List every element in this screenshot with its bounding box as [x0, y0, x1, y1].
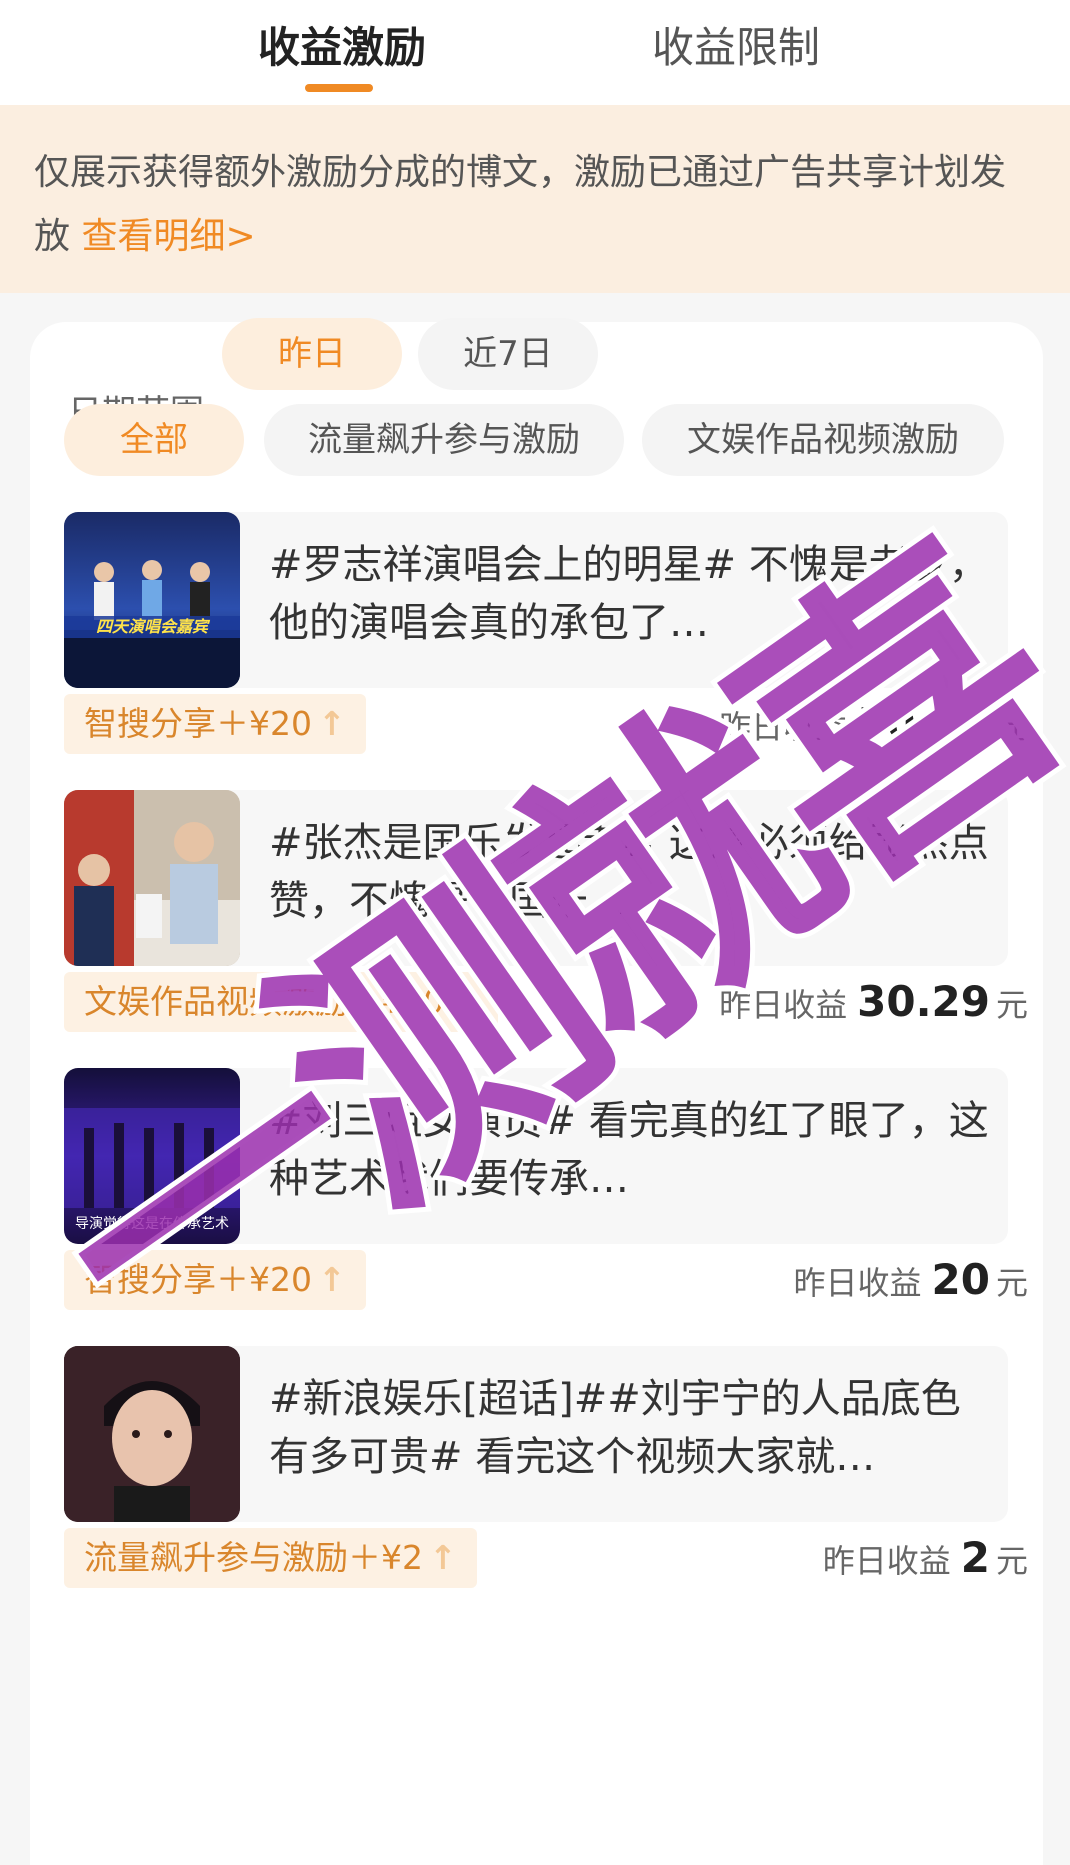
arrow-up-icon: ↑	[429, 1538, 457, 1577]
tab-bar: 收益激励 收益限制	[0, 0, 1070, 105]
post-thumbnail	[64, 1346, 240, 1522]
earnings-label: 昨日收益	[793, 1264, 922, 1302]
arrow-up-icon: ↑	[450, 982, 478, 1021]
earnings-label: 昨日收益	[822, 1542, 951, 1580]
post-card-3[interactable]: 导演觉得这是在传承艺术 #刘三姐女演员# 看完真的红了眼了，这种艺术我们要传承…	[64, 1068, 1008, 1244]
earnings-unit: 元	[995, 708, 1028, 746]
post-text: #罗志祥演唱会上的明星# 不愧是老罗，他的演唱会真的承包了…	[269, 542, 989, 646]
range-yesterday-pill[interactable]: 昨日	[222, 318, 402, 390]
reward-tag-label: 流量飙升参与激励＋¥2	[84, 1538, 423, 1577]
arrow-up-icon: ↑	[318, 704, 346, 743]
range-7days-pill[interactable]: 近7日	[418, 318, 598, 390]
earnings-value: 20	[931, 1255, 990, 1304]
reward-tag: 文娱作品视频激励＋¥30 ↑	[64, 972, 498, 1032]
view-details-link[interactable]: 查看明细>	[81, 216, 255, 257]
thumbnail-caption: 导演觉得这是在传承艺术	[75, 1216, 229, 1232]
post-text: #刘三姐女演员# 看完真的红了眼了，这种艺术我们要传承…	[269, 1098, 989, 1202]
portrait-image	[64, 1346, 240, 1522]
earnings-unit: 元	[995, 986, 1028, 1024]
post-thumbnail	[64, 790, 240, 966]
post-card-1[interactable]: 四天演唱会嘉宾 #罗志祥演唱会上的明星# 不愧是老罗，他的演唱会真的承包了…	[64, 512, 1008, 688]
reward-tag-label: 智搜分享＋¥20	[84, 704, 312, 743]
thumbnail-caption: 四天演唱会嘉宾	[95, 617, 208, 636]
reward-tag-label: 智搜分享＋¥20	[84, 1260, 312, 1299]
earnings-value: 2	[960, 1533, 990, 1582]
category-entertainment-video-pill[interactable]: 文娱作品视频激励	[642, 404, 1004, 476]
arrow-up-icon: ↑	[318, 1260, 346, 1299]
reward-tag-label: 文娱作品视频激励＋¥30	[84, 982, 444, 1021]
earnings-value: 30.29	[857, 977, 990, 1026]
talk-show-image	[64, 790, 240, 966]
earnings-value: 50.26	[857, 699, 990, 748]
post-text: #新浪娱乐[超话]##刘宇宁的人品底色有多可贵# 看完这个视频大家就…	[269, 1376, 961, 1480]
post-thumbnail: 导演觉得这是在传承艺术	[64, 1068, 240, 1244]
post-text: #张杰是国乐发起者# 这波必须给张杰点赞，不愧是《国乐…	[269, 820, 989, 924]
active-tab-indicator	[305, 84, 373, 92]
reward-tag: 智搜分享＋¥20 ↑	[64, 1250, 366, 1310]
earnings-summary: 昨日收益 2 元	[823, 1528, 1028, 1591]
post-card-2[interactable]: #张杰是国乐发起者# 这波必须给张杰点赞，不愧是《国乐…	[64, 790, 1008, 966]
tab-income-incentive[interactable]: 收益激励	[258, 20, 426, 76]
notice-banner: 仅展示获得额外激励分成的博文，激励已通过广告共享计划发放 查看明细>	[0, 105, 1070, 293]
post-thumbnail: 四天演唱会嘉宾	[64, 512, 240, 688]
reward-tag: 流量飙升参与激励＋¥2 ↑	[64, 1528, 477, 1588]
notice-text: 仅展示获得额外激励分成的博文，激励已通过广告共享计划发放 查看明细>	[34, 141, 1036, 269]
earnings-label: 昨日收益	[719, 708, 848, 746]
earnings-summary: 昨日收益 50.26 元	[719, 694, 1028, 757]
earnings-summary: 昨日收益 20 元	[794, 1250, 1028, 1313]
tab-income-limit[interactable]: 收益限制	[652, 20, 820, 76]
earnings-label: 昨日收益	[719, 986, 848, 1024]
reward-tag: 智搜分享＋¥20 ↑	[64, 694, 366, 754]
category-traffic-surge-pill[interactable]: 流量飙升参与激励	[264, 404, 624, 476]
post-card-4[interactable]: #新浪娱乐[超话]##刘宇宁的人品底色有多可贵# 看完这个视频大家就…	[64, 1346, 1008, 1522]
concert-stage-image	[64, 560, 240, 688]
category-all-pill[interactable]: 全部	[64, 404, 244, 476]
earnings-unit: 元	[995, 1542, 1028, 1580]
earnings-summary: 昨日收益 30.29 元	[719, 972, 1028, 1035]
earnings-unit: 元	[995, 1264, 1028, 1302]
